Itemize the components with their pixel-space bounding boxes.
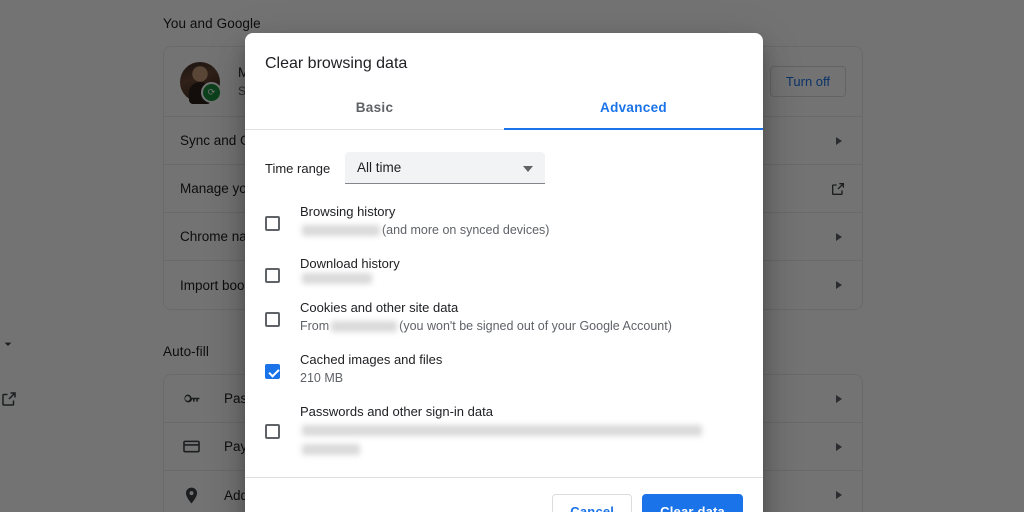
option-browsing-history[interactable]: Browsing history (and more on synced dev… — [265, 202, 743, 240]
option-download-history[interactable]: Download history — [265, 254, 743, 284]
cancel-button[interactable]: Cancel — [552, 494, 633, 512]
option-text: Cached images and files 210 MB — [300, 350, 743, 388]
data-type-options: Browsing history (and more on synced dev… — [265, 202, 743, 459]
option-title: Browsing history — [300, 204, 396, 219]
option-subtitle-suffix: (you won't be signed out of your Google … — [399, 319, 672, 333]
option-passwords-and-other-sign-in-data[interactable]: Passwords and other sign-in data — [265, 402, 743, 459]
dialog-tabs: Basic Advanced — [245, 87, 763, 130]
redacted-value — [331, 321, 398, 332]
chevron-down-icon — [523, 165, 533, 172]
option-title: Download history — [300, 256, 400, 271]
option-subtitle: From (you won't be signed out of your Go… — [300, 317, 743, 336]
clear-data-button[interactable]: Clear data — [642, 494, 743, 512]
tab-basic[interactable]: Basic — [245, 87, 504, 129]
option-subtitle-suffix: (and more on synced devices) — [382, 223, 550, 237]
redacted-value — [302, 444, 360, 456]
option-title: Passwords and other sign-in data — [300, 404, 493, 419]
option-text: Download history — [300, 254, 743, 284]
dialog-body: Time range All time Browsing history (an… — [245, 130, 763, 477]
checkbox-download-history[interactable] — [265, 268, 280, 283]
checkbox-passwords-and-other-sign-in-data[interactable] — [265, 424, 280, 439]
option-cookies-and-other-site-data[interactable]: Cookies and other site data From (you wo… — [265, 298, 743, 336]
option-text: Browsing history (and more on synced dev… — [300, 202, 743, 240]
time-range-row: Time range All time — [265, 152, 743, 184]
option-text: Cookies and other site data From (you wo… — [300, 298, 743, 336]
redacted-value — [302, 225, 380, 236]
redacted-value — [302, 273, 372, 284]
cached-size-value: 210 MB — [300, 371, 344, 385]
option-cached-images-and-files[interactable]: Cached images and files 210 MB — [265, 350, 743, 388]
time-range-value: All time — [357, 160, 402, 175]
time-range-label: Time range — [265, 160, 331, 176]
checkbox-cached-images-and-files[interactable] — [265, 364, 280, 379]
option-subtitle-prefix: From — [300, 319, 330, 333]
option-subtitle — [300, 421, 743, 459]
option-subtitle: (and more on synced devices) — [300, 221, 743, 240]
clear-browsing-data-dialog: Clear browsing data Basic Advanced Time … — [245, 33, 763, 512]
option-title: Cookies and other site data — [300, 300, 459, 315]
screen-root: You and Google ⟳ M S Turn off Sync and G… — [0, 0, 1024, 512]
checkbox-browsing-history[interactable] — [265, 216, 280, 231]
option-title: Cached images and files — [300, 352, 443, 367]
option-text: Passwords and other sign-in data — [300, 402, 743, 459]
checkbox-cookies-and-other-site-data[interactable] — [265, 312, 280, 327]
option-subtitle — [300, 273, 743, 284]
redacted-value — [302, 425, 702, 437]
dialog-footer: Cancel Clear data — [245, 477, 763, 512]
tab-advanced[interactable]: Advanced — [504, 87, 763, 130]
dialog-title: Clear browsing data — [265, 55, 408, 72]
option-subtitle: 210 MB — [300, 369, 743, 388]
time-range-select[interactable]: All time — [345, 152, 545, 184]
